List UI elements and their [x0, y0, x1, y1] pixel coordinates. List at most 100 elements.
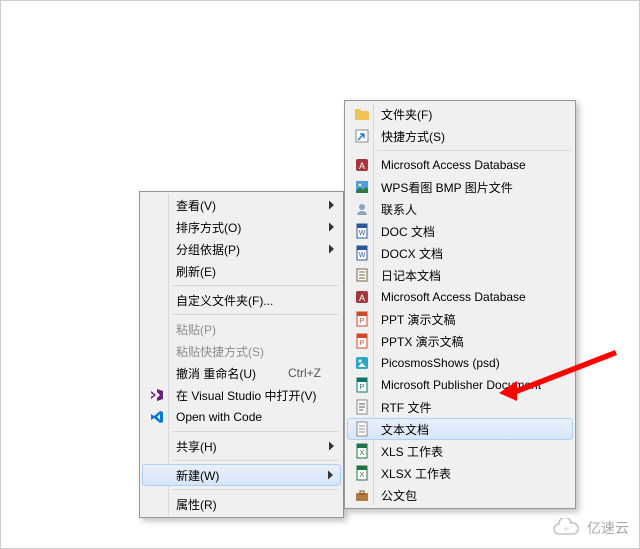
submenu-item[interactable]: X XLSX 工作表 — [347, 462, 573, 484]
access-icon: A — [349, 154, 375, 176]
xls-icon: X — [349, 462, 375, 484]
briefcase-icon — [349, 484, 375, 506]
submenu-item[interactable]: P PPTX 演示文稿 — [347, 330, 573, 352]
blank-icon — [144, 362, 170, 384]
menu-item-properties[interactable]: 属性(R) — [142, 493, 341, 515]
chevron-right-icon — [329, 442, 335, 451]
menu-separator — [172, 431, 339, 432]
menu-separator — [172, 285, 339, 286]
visual-studio-icon — [144, 384, 170, 406]
watermark-text: 亿速云 — [587, 518, 629, 538]
blank-icon — [144, 340, 170, 362]
chevron-right-icon — [329, 223, 335, 232]
blank-icon — [144, 238, 170, 260]
blank-icon — [144, 435, 170, 457]
submenu-item[interactable]: P PPT 演示文稿 — [347, 308, 573, 330]
menu-item-label: DOCX 文档 — [375, 245, 553, 262]
cloud-icon: ∞ — [551, 518, 581, 538]
folder-icon — [349, 103, 375, 125]
menu-item-label: Open with Code — [170, 410, 321, 424]
menu-item-shortcut: Ctrl+Z — [268, 366, 321, 380]
menu-item-label: PicosmosShows (psd) — [375, 356, 553, 370]
svg-text:P: P — [360, 318, 365, 325]
ppt-icon: P — [349, 330, 375, 352]
submenu-item[interactable]: 联系人 — [347, 198, 573, 220]
submenu-item[interactable]: 快捷方式(S) — [347, 125, 573, 147]
menu-item-label: DOC 文档 — [375, 223, 553, 240]
menu-item-share[interactable]: 共享(H) — [142, 435, 341, 457]
menu-item-label: Microsoft Access Database — [375, 290, 553, 304]
new-submenu[interactable]: 文件夹(F) 快捷方式(S) A Microsoft Access Database W… — [344, 100, 576, 509]
svg-text:A: A — [359, 293, 365, 303]
submenu-item[interactable]: WDOC 文档 — [347, 220, 573, 242]
txt-icon — [349, 419, 375, 439]
svg-text:A: A — [359, 161, 365, 171]
submenu-item[interactable]: 日记本文档 — [347, 264, 573, 286]
menu-item-open-with-code[interactable]: Open with Code — [142, 406, 341, 428]
contact-icon — [349, 198, 375, 220]
submenu-item[interactable]: P Microsoft Publisher Document — [347, 374, 573, 396]
menu-separator — [172, 314, 339, 315]
chevron-right-icon — [328, 471, 334, 480]
menu-item-label: 快捷方式(S) — [375, 128, 553, 145]
menu-item-paste-shortcut: 粘贴快捷方式(S) — [142, 340, 341, 362]
submenu-item[interactable]: A Microsoft Access Database — [347, 286, 573, 308]
blank-icon — [144, 260, 170, 282]
shortcut-icon — [349, 125, 375, 147]
menu-item-label: 排序方式(O) — [170, 219, 321, 236]
menu-item-label: 新建(W) — [170, 467, 321, 484]
menu-item-label: 撤消 重命名(U) — [170, 365, 268, 382]
chevron-right-icon — [329, 201, 335, 210]
submenu-item[interactable]: W DOCX 文档 — [347, 242, 573, 264]
menu-item-open-visual-studio[interactable]: 在 Visual Studio 中打开(V) — [142, 384, 341, 406]
access-icon: A — [349, 286, 375, 308]
menu-item-undo[interactable]: 撤消 重命名(U) Ctrl+Z — [142, 362, 341, 384]
pub-icon: P — [349, 374, 375, 396]
blank-icon — [144, 194, 170, 216]
submenu-item[interactable]: 公文包 — [347, 484, 573, 506]
submenu-item[interactable]: 文件夹(F) — [347, 103, 573, 125]
blank-icon — [144, 493, 170, 515]
submenu-item[interactable]: 文本文档 — [347, 418, 573, 440]
desktop-context-menu[interactable]: 查看(V) 排序方式(O) 分组依据(P) 刷新(E) 自定义文件夹(F)...… — [139, 191, 344, 518]
submenu-item[interactable]: A Microsoft Access Database — [347, 154, 573, 176]
xls-icon: X — [349, 440, 375, 462]
menu-item-label: PPTX 演示文稿 — [375, 333, 553, 350]
blank-icon — [144, 465, 170, 485]
menu-item-label: 查看(V) — [170, 197, 321, 214]
submenu-item[interactable]: WPS看图 BMP 图片文件 — [347, 176, 573, 198]
menu-item-label: Microsoft Publisher Document — [375, 378, 553, 392]
menu-item-label: 日记本文档 — [375, 267, 553, 284]
svg-text:∞: ∞ — [564, 526, 569, 533]
ppt-icon: P — [349, 308, 375, 330]
blank-icon — [144, 318, 170, 340]
menu-item-label: 粘贴快捷方式(S) — [170, 343, 321, 360]
menu-item-view[interactable]: 查看(V) — [142, 194, 341, 216]
submenu-item[interactable]: XXLS 工作表 — [347, 440, 573, 462]
svg-text:W: W — [359, 252, 366, 259]
svg-text:P: P — [360, 384, 365, 391]
menu-item-label: 刷新(E) — [170, 263, 321, 280]
menu-item-label: Microsoft Access Database — [375, 158, 553, 172]
blank-icon — [144, 289, 170, 311]
menu-item-customize-folder[interactable]: 自定义文件夹(F)... — [142, 289, 341, 311]
menu-separator — [377, 150, 571, 151]
menu-item-label: XLSX 工作表 — [375, 465, 553, 482]
menu-item-label: 联系人 — [375, 201, 553, 218]
menu-item-label: PPT 演示文稿 — [375, 311, 553, 328]
menu-item-group[interactable]: 分组依据(P) — [142, 238, 341, 260]
menu-item-sort[interactable]: 排序方式(O) — [142, 216, 341, 238]
doc-icon: W — [349, 220, 375, 242]
menu-item-label: XLS 工作表 — [375, 443, 553, 460]
menu-item-label: 自定义文件夹(F)... — [170, 292, 321, 309]
menu-item-label: 属性(R) — [170, 496, 321, 513]
menu-item-label: 文件夹(F) — [375, 106, 553, 123]
submenu-item[interactable]: RTF 文件 — [347, 396, 573, 418]
svg-text:X: X — [360, 472, 365, 479]
menu-item-new[interactable]: 新建(W) — [142, 464, 341, 486]
bmp-icon — [349, 176, 375, 198]
submenu-item[interactable]: PicosmosShows (psd) — [347, 352, 573, 374]
menu-item-refresh[interactable]: 刷新(E) — [142, 260, 341, 282]
menu-item-label: RTF 文件 — [375, 399, 553, 416]
svg-text:P: P — [360, 340, 365, 347]
